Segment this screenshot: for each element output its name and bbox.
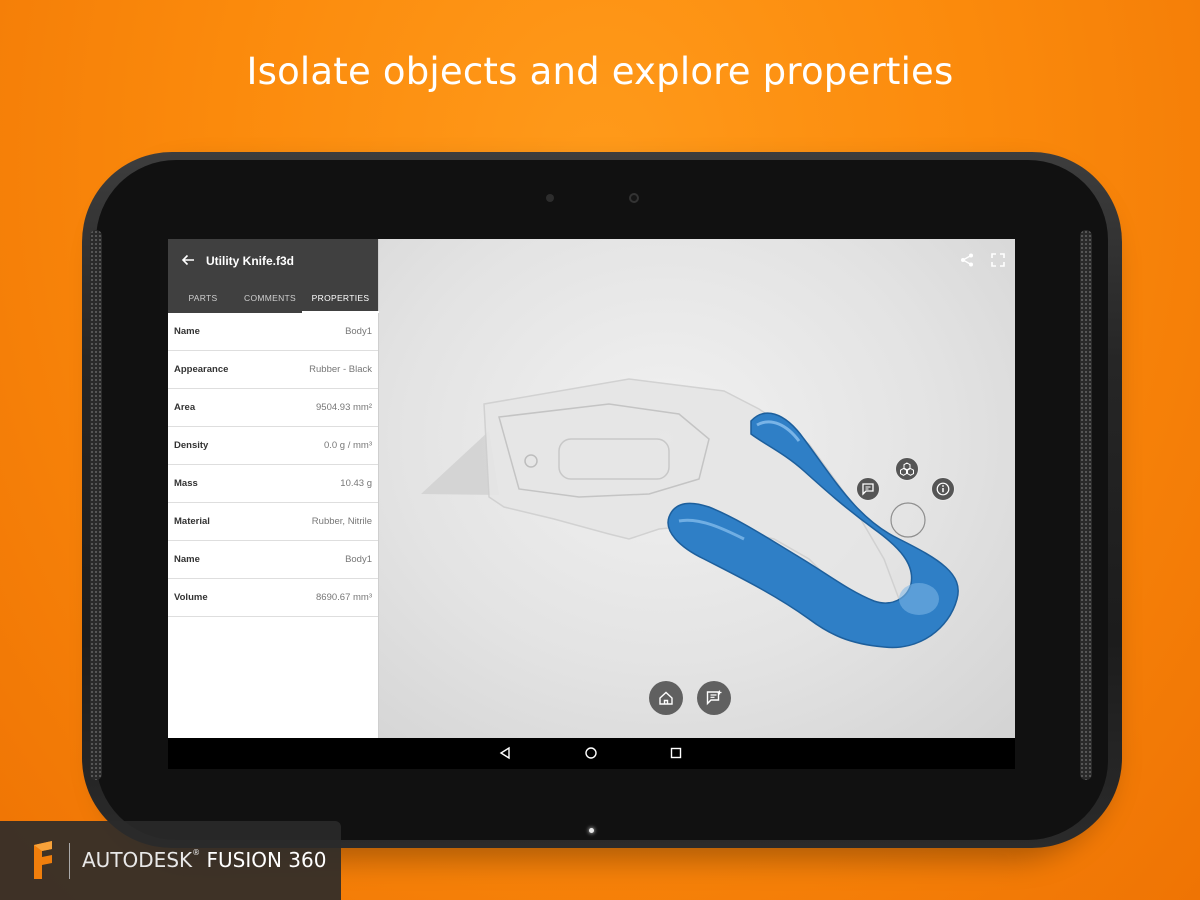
- tab-properties[interactable]: PROPERTIES: [302, 289, 379, 313]
- nav-home-icon[interactable]: [584, 746, 598, 760]
- registered-mark: ®: [192, 848, 201, 857]
- property-key: Mass: [174, 478, 198, 489]
- fusion-logo-icon: [34, 841, 52, 879]
- light-sensor: [546, 194, 554, 202]
- brand-badge: AUTODESK® FUSION 360: [0, 821, 341, 900]
- property-row: Name Body1: [168, 313, 378, 351]
- property-value: Rubber - Black: [309, 364, 372, 375]
- notification-led: [589, 828, 594, 833]
- company-name: AUTODESK: [82, 848, 193, 872]
- property-row: Area 9504.93 mm²: [168, 389, 378, 427]
- property-value: 10.43 g: [340, 478, 372, 489]
- file-title: Utility Knife.f3d: [206, 254, 295, 268]
- tab-comments[interactable]: COMMENTS: [238, 289, 302, 313]
- panel-header: Utility Knife.f3d PARTS COMMENTS PROPERT…: [168, 239, 379, 313]
- model-viewport[interactable]: [379, 239, 1015, 738]
- property-value: Rubber, Nitrile: [311, 516, 372, 527]
- property-row: Appearance Rubber - Black: [168, 351, 378, 389]
- share-icon[interactable]: [959, 252, 975, 268]
- nav-back-icon[interactable]: [498, 746, 512, 760]
- home-icon: [659, 691, 673, 705]
- speaker-grille-left: [90, 230, 102, 780]
- property-key: Name: [174, 554, 200, 565]
- property-row: Volume 8690.67 mm³: [168, 579, 378, 617]
- isolate-button[interactable]: [895, 457, 919, 481]
- add-comment-button[interactable]: [856, 477, 880, 501]
- back-arrow-icon[interactable]: [180, 252, 196, 268]
- add-comment-icon: [706, 690, 722, 706]
- info-button[interactable]: [931, 477, 955, 501]
- tablet-screen: Utility Knife.f3d PARTS COMMENTS PROPERT…: [168, 239, 1015, 769]
- property-key: Name: [174, 326, 200, 337]
- tab-bar: PARTS COMMENTS PROPERTIES: [168, 289, 379, 313]
- property-key: Material: [174, 516, 210, 527]
- property-value: Body1: [345, 554, 372, 565]
- property-row: Density 0.0 g / mm³: [168, 427, 378, 465]
- badge-divider: [69, 843, 70, 879]
- add-comment-fab[interactable]: [697, 681, 731, 715]
- property-key: Appearance: [174, 364, 229, 375]
- utility-knife-model[interactable]: [379, 239, 1015, 738]
- nav-recent-icon[interactable]: [669, 746, 683, 760]
- property-value: 9504.93 mm²: [316, 402, 372, 413]
- property-value: Body1: [345, 326, 372, 337]
- property-row: Material Rubber, Nitrile: [168, 503, 378, 541]
- fullscreen-icon[interactable]: [990, 252, 1006, 268]
- property-row: Name Body1: [168, 541, 378, 579]
- isolate-icon: [900, 462, 914, 476]
- brand-wordmark: AUTODESK® FUSION 360: [82, 848, 326, 872]
- property-key: Volume: [174, 592, 208, 603]
- speaker-grille-right: [1080, 230, 1092, 780]
- property-value: 8690.67 mm³: [316, 592, 372, 603]
- headline: Isolate objects and explore properties: [246, 50, 954, 93]
- home-view-button[interactable]: [649, 681, 683, 715]
- property-value: 0.0 g / mm³: [323, 440, 372, 451]
- property-key: Area: [174, 402, 196, 413]
- info-icon: [936, 482, 950, 496]
- side-panel: Utility Knife.f3d PARTS COMMENTS PROPERT…: [168, 239, 379, 738]
- property-row: Mass 10.43 g: [168, 465, 378, 503]
- android-navbar: [168, 738, 1015, 769]
- tab-parts[interactable]: PARTS: [168, 289, 238, 313]
- product-name: FUSION 360: [206, 848, 327, 872]
- add-comment-icon: [862, 483, 874, 496]
- property-key: Density: [174, 440, 209, 451]
- front-camera: [629, 193, 639, 203]
- properties-list: Name Body1 Appearance Rubber - Black Are…: [168, 313, 378, 617]
